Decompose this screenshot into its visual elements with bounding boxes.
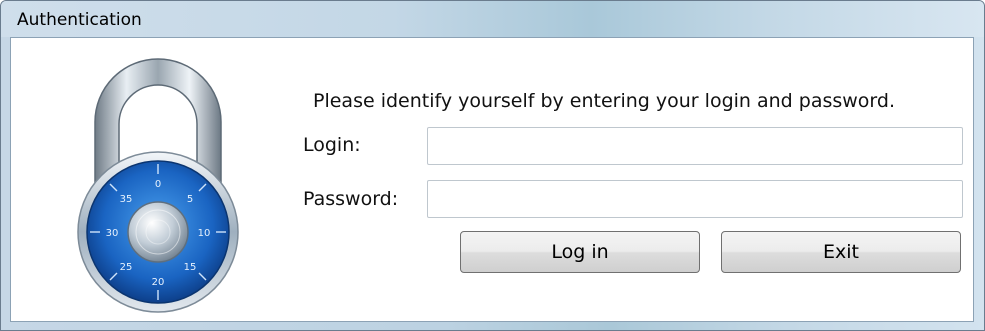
dial-number: 20 [152, 277, 165, 288]
padlock-icon: 0 5 10 15 20 25 30 35 [77, 58, 239, 313]
password-input[interactable] [427, 180, 963, 218]
exit-button[interactable]: Exit [721, 231, 961, 273]
authentication-window: Authentication 0 5 10 15 20 25 30 35 Ple… [0, 0, 985, 331]
window-title: Authentication [17, 10, 142, 30]
title-bar[interactable]: Authentication [1, 1, 984, 37]
password-label: Password: [303, 188, 399, 210]
dial-number: 10 [198, 228, 211, 239]
dial-number: 5 [187, 194, 193, 205]
dialog-body: 0 5 10 15 20 25 30 35 Please identify yo… [10, 37, 974, 322]
dial-number: 30 [106, 228, 119, 239]
login-label: Login: [303, 134, 361, 156]
dial-number: 25 [120, 262, 133, 273]
dial-number: 15 [184, 262, 197, 273]
dial-number: 35 [120, 194, 133, 205]
instruction-text: Please identify yourself by entering you… [313, 90, 896, 112]
login-input[interactable] [427, 127, 963, 165]
log-in-button[interactable]: Log in [460, 231, 700, 273]
dial-number: 0 [155, 179, 161, 190]
